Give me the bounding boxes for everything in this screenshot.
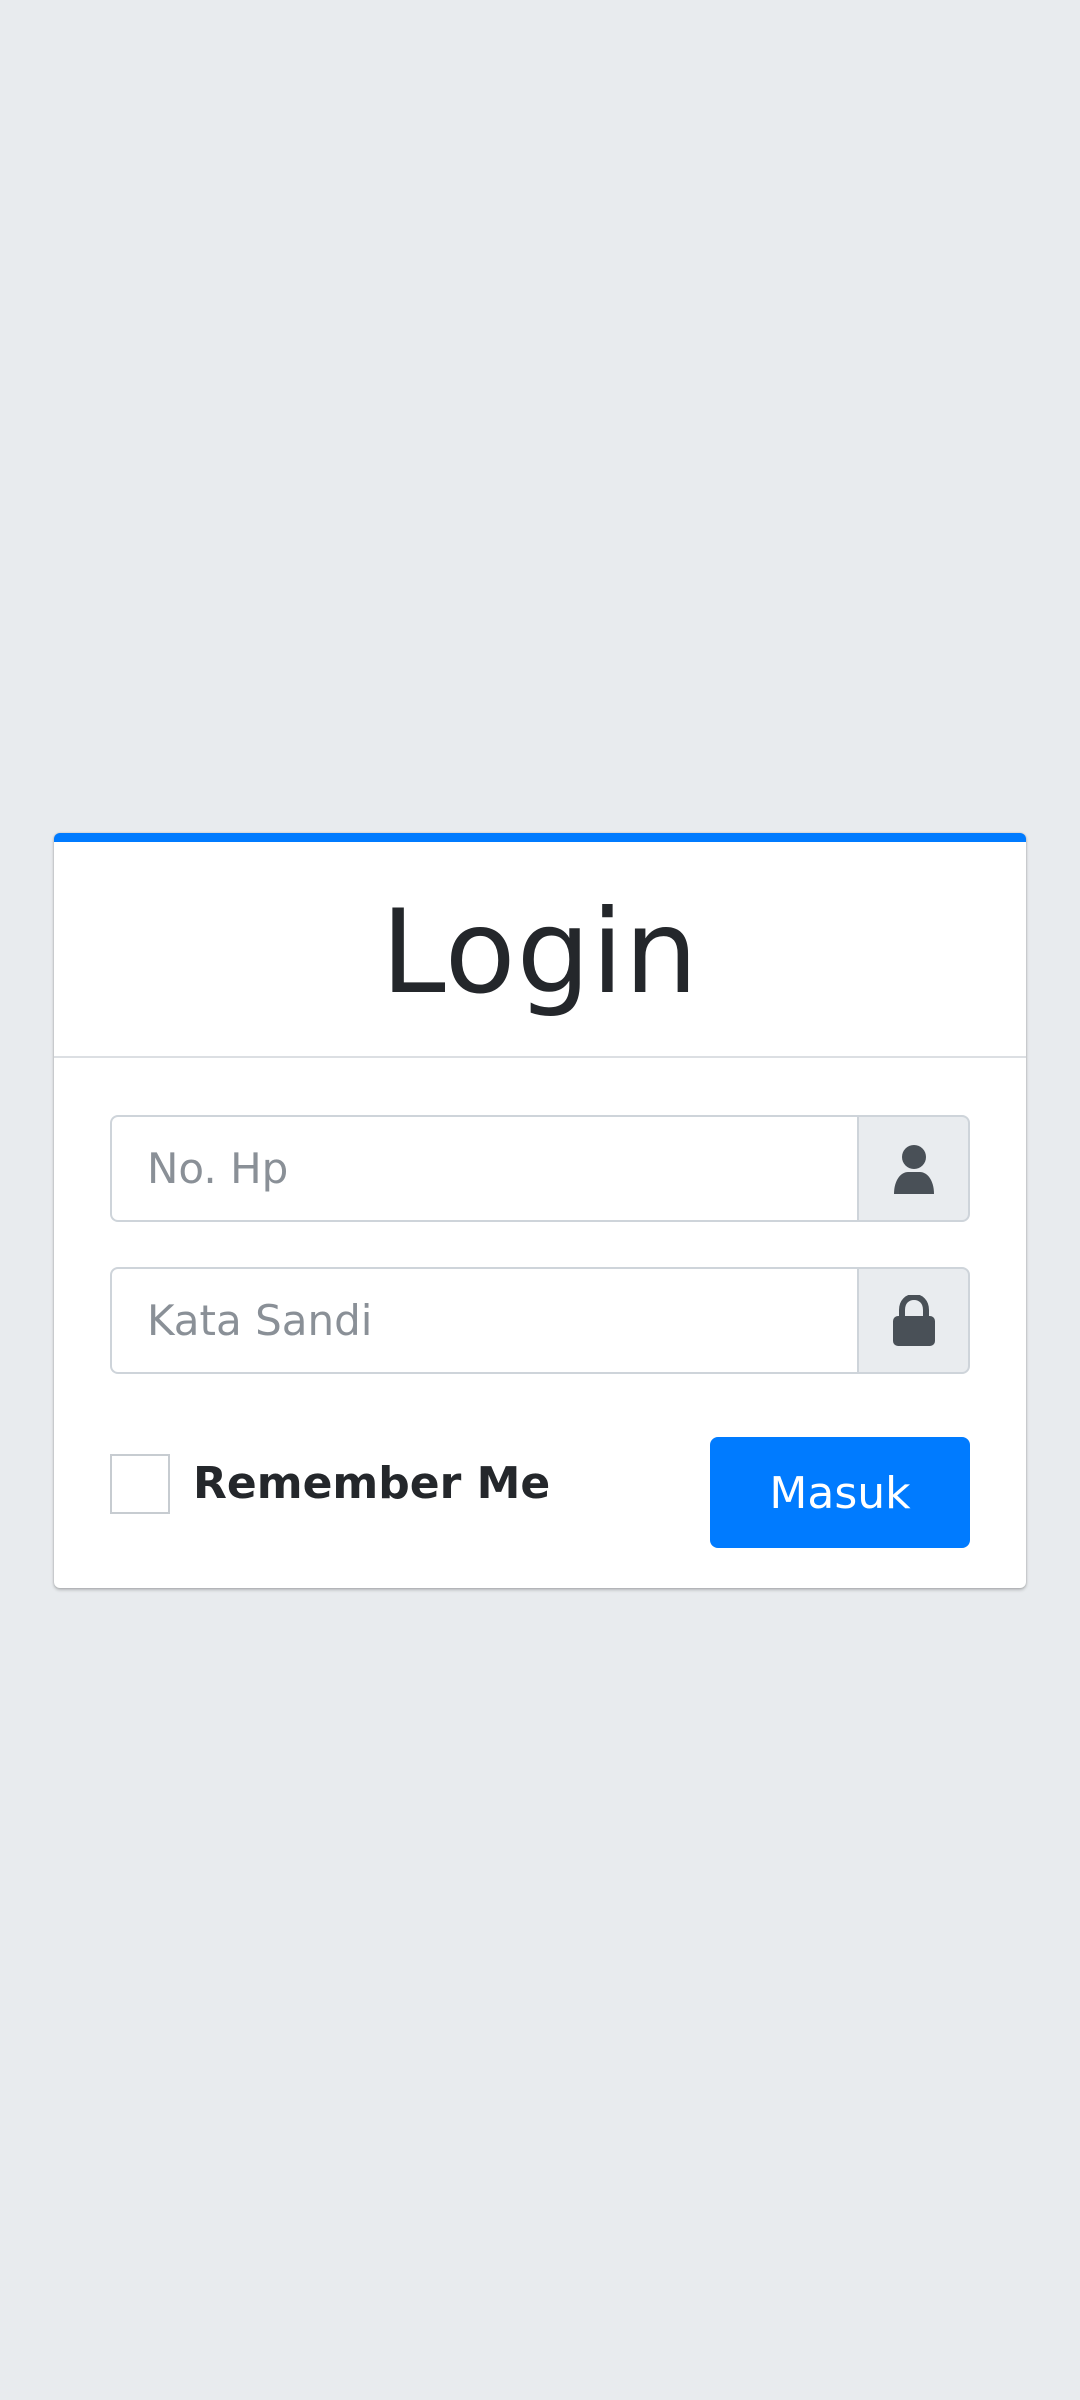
- phone-number-input[interactable]: [110, 1115, 857, 1222]
- remember-me-label[interactable]: Remember Me: [193, 1451, 550, 1517]
- password-input[interactable]: [110, 1267, 857, 1374]
- remember-me-checkbox[interactable]: [110, 1454, 170, 1514]
- login-submit-button[interactable]: Masuk: [710, 1437, 970, 1548]
- lock-icon: [892, 1294, 936, 1347]
- user-icon: [892, 1144, 936, 1194]
- remember-row: Remember Me Masuk: [110, 1437, 970, 1548]
- page-title: Login: [381, 884, 699, 1020]
- login-card-header: Login: [54, 842, 1026, 1058]
- login-card: Login No. Hp Remember Me Masuk: [54, 833, 1026, 1588]
- password-input-group: [110, 1267, 970, 1374]
- phone-input-group: [110, 1115, 970, 1222]
- phone-input-addon: [857, 1115, 970, 1222]
- password-input-addon: [857, 1267, 970, 1374]
